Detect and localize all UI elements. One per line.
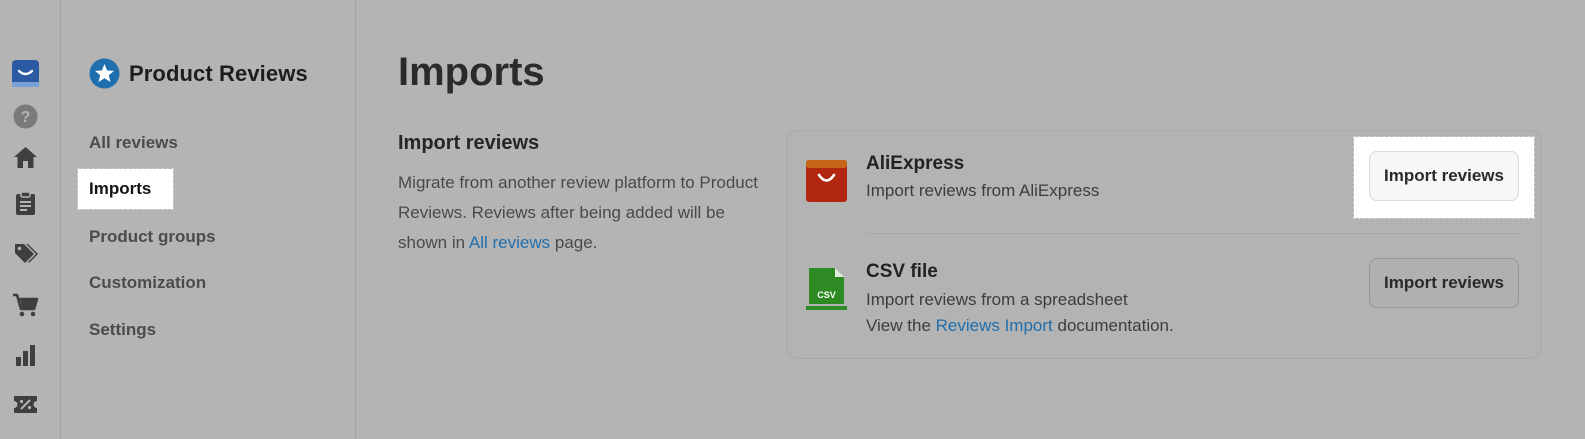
help-icon[interactable]: ? — [12, 103, 39, 130]
section-title: Import reviews — [398, 132, 540, 154]
brand-title: Product Reviews — [129, 60, 308, 86]
import-aliexpress-button[interactable]: Import reviews — [1369, 151, 1519, 201]
import-csv-button[interactable]: Import reviews — [1369, 258, 1519, 308]
aliexpress-bag-icon — [806, 160, 847, 202]
csv-doc-line: View the Reviews Import documentation. — [866, 316, 1174, 336]
discount-ticket-icon[interactable] — [12, 391, 39, 418]
aliexpress-title: AliExpress — [866, 153, 965, 174]
sidebar-item-imports[interactable]: Imports — [77, 168, 174, 210]
csv-icon-label: CSV — [817, 290, 836, 300]
description-text-end: page. — [550, 233, 598, 252]
csv-title: CSV file — [866, 261, 938, 282]
csv-doc-suffix: documentation. — [1052, 316, 1174, 335]
cart-icon[interactable] — [12, 292, 39, 319]
csv-doc-prefix: View the — [866, 316, 936, 335]
all-reviews-link[interactable]: All reviews — [469, 233, 550, 252]
page-title: Imports — [398, 50, 545, 94]
tags-icon[interactable] — [12, 240, 39, 267]
card-divider — [865, 233, 1520, 234]
sidebar-item-settings[interactable]: Settings — [89, 320, 156, 340]
secondary-sidebar: Product Reviews All reviews Imports Prod… — [61, 0, 356, 439]
reviews-import-link[interactable]: Reviews Import — [936, 316, 1053, 335]
bar-chart-icon[interactable] — [12, 342, 39, 369]
clipboard-icon[interactable] — [12, 190, 39, 217]
home-icon[interactable] — [12, 144, 39, 171]
app-icon-rail: ? — [0, 0, 61, 439]
app-logo-icon[interactable] — [12, 60, 39, 87]
sidebar-item-product-groups[interactable]: Product groups — [89, 227, 216, 247]
sidebar-item-customization[interactable]: Customization — [89, 273, 206, 293]
svg-text:?: ? — [21, 109, 31, 126]
section-description: Migrate from another review platform to … — [398, 168, 778, 258]
aliexpress-subtitle: Import reviews from AliExpress — [866, 181, 1100, 200]
csv-file-icon: CSV — [806, 268, 847, 310]
csv-subtitle: Import reviews from a spreadsheet — [866, 290, 1128, 309]
brand: Product Reviews — [89, 58, 308, 89]
sidebar-item-all-reviews[interactable]: All reviews — [89, 133, 178, 153]
star-logo-icon — [89, 58, 120, 89]
